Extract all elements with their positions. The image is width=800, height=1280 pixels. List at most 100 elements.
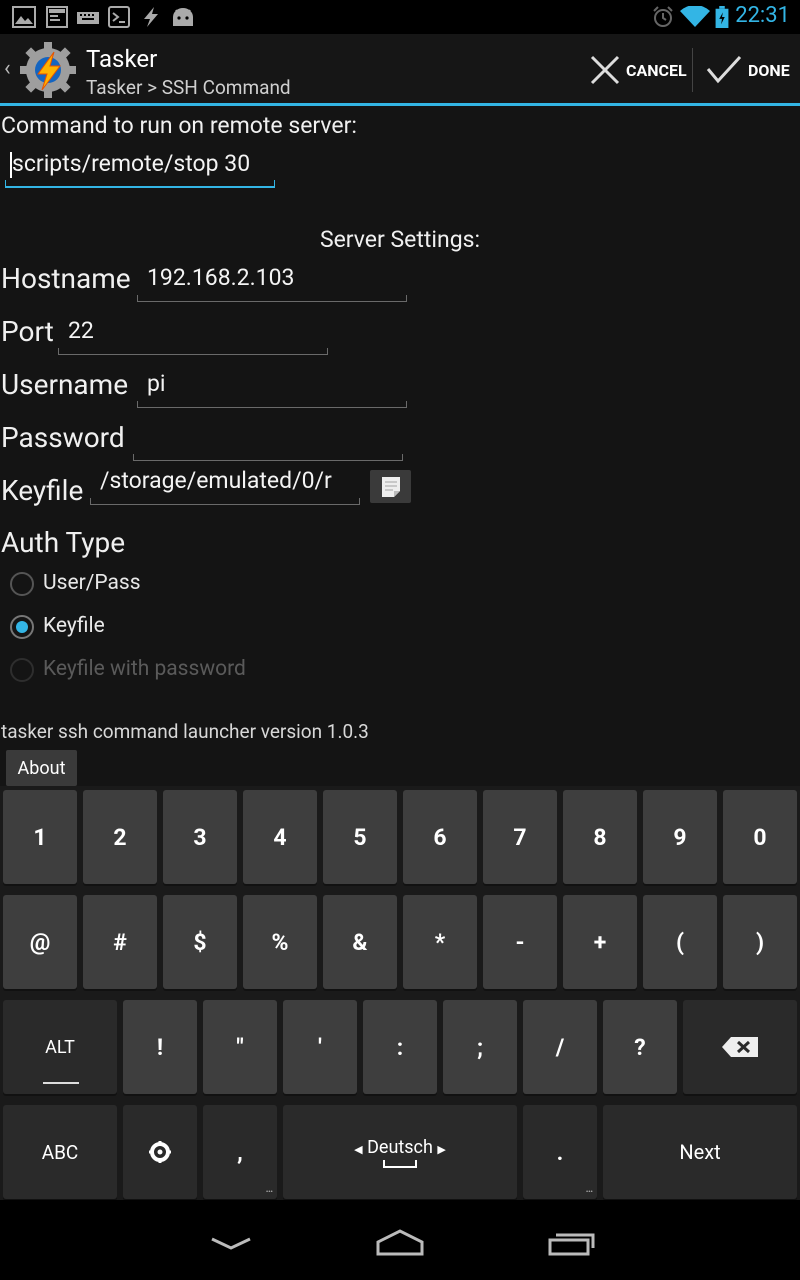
port-label: Port (1, 315, 54, 348)
key-delete[interactable] (683, 1000, 797, 1094)
breadcrumb: Tasker > SSH Command (86, 76, 291, 99)
wifi-icon (680, 6, 710, 27)
delete-icon (722, 1037, 758, 1057)
key-at[interactable]: @ (3, 895, 77, 989)
alarm-icon (653, 6, 673, 27)
key-exclamation[interactable]: ! (123, 1000, 197, 1094)
about-button[interactable]: About (6, 750, 77, 786)
command-input[interactable]: scripts/remote/stop 30 (5, 144, 275, 188)
more-dots: … (585, 1184, 593, 1195)
radio-user-pass-label[interactable]: User/Pass (43, 571, 141, 595)
tasker-logo-icon[interactable] (18, 40, 78, 100)
android-icon (173, 8, 193, 26)
key-1[interactable]: 1 (3, 790, 77, 884)
radio-user-pass[interactable] (10, 572, 34, 596)
radio-keyfile[interactable] (10, 615, 34, 639)
checkmark-icon (706, 55, 742, 84)
key-7[interactable]: 7 (483, 790, 557, 884)
key-comma[interactable]: , … (203, 1105, 277, 1199)
recents-icon[interactable] (547, 1230, 595, 1256)
radio-keyfile-with-password-label: Keyfile with password (43, 657, 246, 681)
key-period-label: . (556, 1138, 564, 1166)
radio-keyfile-label[interactable]: Keyfile (43, 614, 105, 638)
done-button[interactable]: DONE (706, 34, 790, 106)
keyfile-label: Keyfile (1, 474, 84, 507)
space-language-label: Deutsch (367, 1136, 433, 1158)
key-percent[interactable]: % (243, 895, 317, 989)
key-4[interactable]: 4 (243, 790, 317, 884)
tasker-bolt-icon (144, 7, 158, 27)
password-input[interactable] (133, 417, 403, 461)
key-question[interactable]: ? (603, 1000, 677, 1094)
hostname-input[interactable]: 192.168.2.103 (137, 258, 407, 302)
action-bar: ‹ Tasker Tasker > SSH Command CANCEL DON… (0, 34, 800, 106)
key-semicolon[interactable]: ; (443, 1000, 517, 1094)
key-close-paren[interactable]: ) (723, 895, 797, 989)
key-asterisk[interactable]: * (403, 895, 477, 989)
auth-type-heading: Auth Type (1, 526, 126, 559)
hostname-label: Hostname (1, 262, 131, 295)
cancel-label: CANCEL (626, 60, 687, 80)
language-left-arrow-icon: ◀ (354, 1142, 363, 1156)
alt-indicator (43, 1082, 79, 1084)
soft-keyboard: 1 2 3 4 5 6 7 8 9 0 @ # $ % & * - + ( ) … (0, 786, 800, 1200)
server-settings-heading: Server Settings: (319, 226, 481, 253)
action-divider (692, 48, 693, 92)
key-comma-label: , (237, 1138, 243, 1166)
username-label: Username (1, 368, 129, 401)
home-icon[interactable] (374, 1228, 426, 1256)
port-input[interactable]: 22 (58, 311, 328, 355)
key-5[interactable]: 5 (323, 790, 397, 884)
key-9[interactable]: 9 (643, 790, 717, 884)
key-plus[interactable]: + (563, 895, 637, 989)
status-bar: 22:31 (0, 0, 800, 34)
key-hash[interactable]: # (83, 895, 157, 989)
done-label: DONE (748, 60, 790, 80)
key-8[interactable]: 8 (563, 790, 637, 884)
key-period[interactable]: . … (523, 1105, 597, 1199)
key-settings[interactable] (123, 1105, 197, 1199)
command-label: Command to run on remote server: (1, 112, 357, 139)
key-2[interactable]: 2 (83, 790, 157, 884)
key-minus[interactable]: - (483, 895, 557, 989)
key-6[interactable]: 6 (403, 790, 477, 884)
language-right-arrow-icon: ▶ (437, 1142, 446, 1156)
keyfile-input[interactable]: /storage/emulated/0/r (90, 461, 360, 505)
username-input[interactable]: pi (137, 364, 407, 408)
key-abc[interactable]: ABC (3, 1105, 117, 1199)
back-icon[interactable] (210, 1236, 252, 1252)
status-time: 22:31 (735, 3, 790, 28)
key-0[interactable]: 0 (723, 790, 797, 884)
battery-icon (715, 6, 729, 28)
key-ampersand[interactable]: & (323, 895, 397, 989)
key-3[interactable]: 3 (163, 790, 237, 884)
key-open-paren[interactable]: ( (643, 895, 717, 989)
key-single-quote[interactable]: ' (283, 1000, 357, 1094)
browse-file-button[interactable] (370, 470, 411, 503)
version-text: tasker ssh command launcher version 1.0.… (1, 720, 369, 743)
space-language-row: ◀ Deutsch ▶ (354, 1137, 446, 1158)
command-value: scripts/remote/stop 30 (12, 150, 251, 177)
key-slash[interactable]: / (523, 1000, 597, 1094)
key-alt-label: ALT (45, 1036, 75, 1058)
console-icon (108, 6, 130, 28)
key-alt[interactable]: ALT (3, 1000, 117, 1094)
password-label: Password (1, 421, 125, 454)
radio-keyfile-with-password (10, 658, 34, 682)
key-dollar[interactable]: $ (163, 895, 237, 989)
settings-icon (149, 1141, 171, 1163)
terminal-icon (46, 6, 68, 28)
more-dots: … (265, 1184, 273, 1195)
ssh-command-form: Command to run on remote server: scripts… (0, 106, 800, 786)
up-chevron-icon[interactable]: ‹ (4, 56, 11, 81)
app-title: Tasker (86, 45, 158, 73)
key-space[interactable]: ◀ Deutsch ▶ (283, 1105, 517, 1199)
cancel-button[interactable]: CANCEL (590, 34, 687, 106)
key-colon[interactable]: : (363, 1000, 437, 1094)
key-next[interactable]: Next (603, 1105, 797, 1199)
screen: 22:31 ‹ Tasker Tasker > SSH Command CANC… (0, 0, 800, 1280)
close-icon (590, 55, 620, 85)
gallery-icon (12, 6, 36, 28)
key-double-quote[interactable]: " (203, 1000, 277, 1094)
file-icon (381, 476, 400, 497)
